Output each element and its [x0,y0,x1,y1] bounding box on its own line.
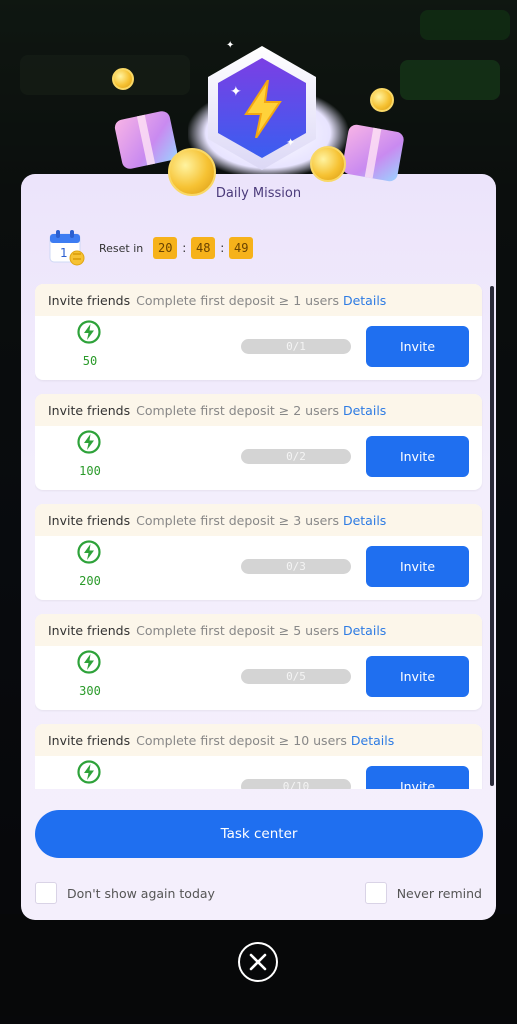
progress-text: 0/1 [286,340,306,353]
details-link[interactable]: Details [343,623,386,638]
mission-condition: Complete first deposit ≥ 1 users [136,292,339,308]
reward-value: 100 [79,464,101,478]
close-button[interactable] [238,942,278,982]
reset-timer-row: 1 Reset in 20 : 48 : 49 [47,228,254,268]
energy-bolt-icon [77,650,101,674]
never-remind-checkbox[interactable] [364,882,387,904]
details-link[interactable]: Details [351,733,394,748]
invite-button[interactable]: Invite [366,546,469,587]
progress-bar: 0/5 [241,669,351,684]
energy-bolt-icon [77,760,101,784]
mission-header-art: ✦ ✦ ✦ [90,40,430,196]
mission-list-scrollbar[interactable] [490,286,494,786]
mission-list[interactable]: Invite friends Complete first deposit ≥ … [35,284,483,789]
mission-title: Invite friends [48,512,131,528]
progress-bar: 0/10 [241,779,351,789]
dont-show-today-option[interactable]: Don't show again today [35,882,215,904]
gift-box-icon [341,123,405,183]
progress-bar: 0/2 [241,449,351,464]
mission-header: Invite friends Complete first deposit ≥ … [35,614,482,646]
timer-separator: : [220,241,225,255]
mission-title: Invite friends [48,402,131,418]
progress-text: 0/3 [286,560,306,573]
never-remind-option[interactable]: Never remind [364,882,482,904]
progress-text: 0/2 [286,450,306,463]
sparkle-icon: ✦ [226,40,235,51]
sparkle-icon: ✦ [230,84,242,100]
mission-header: Invite friends Complete first deposit ≥ … [35,394,482,426]
mission-condition: Complete first deposit ≥ 3 users [136,512,339,528]
mission-card: Invite friends Complete first deposit ≥ … [35,614,482,710]
mission-header: Invite friends Complete first deposit ≥ … [35,284,482,316]
mission-condition: Complete first deposit ≥ 2 users [136,402,339,418]
progress-text: 0/5 [286,670,306,683]
energy-bolt-icon [77,430,101,454]
mission-title: Invite friends [48,732,131,748]
mission-header: Invite friends Complete first deposit ≥ … [35,504,482,536]
calendar-icon: 1 [47,228,87,268]
coin-icon [310,146,346,182]
invite-button[interactable]: Invite [366,326,469,367]
timer-minutes: 48 [191,237,216,259]
coin-icon [168,148,216,196]
mission-title: Invite friends [48,292,131,308]
invite-button[interactable]: Invite [366,436,469,477]
coin-icon [112,68,134,90]
mission-card: Invite friends Complete first deposit ≥ … [35,394,482,490]
dont-show-today-label: Don't show again today [67,885,215,901]
lightning-icon [244,80,282,138]
close-icon [249,953,267,971]
svg-text:1: 1 [60,246,68,260]
invite-button[interactable]: Invite [366,766,469,789]
energy-bolt-icon [77,540,101,564]
task-center-button[interactable]: Task center [35,810,483,858]
reward-value: 50 [82,354,98,368]
invite-button[interactable]: Invite [366,656,469,697]
details-link[interactable]: Details [343,293,386,308]
dont-show-today-checkbox[interactable] [35,882,57,904]
sparkle-icon: ✦ [286,136,296,149]
mission-condition: Complete first deposit ≥ 10 users [136,732,347,748]
energy-bolt-icon [77,320,101,344]
details-link[interactable]: Details [343,403,386,418]
never-remind-label: Never remind [396,885,482,901]
mission-condition: Complete first deposit ≥ 5 users [136,622,339,638]
mission-card: Invite friends Complete first deposit ≥ … [35,284,482,380]
timer-hours: 20 [153,237,178,259]
progress-bar: 0/1 [241,339,351,354]
reset-label: Reset in [99,241,144,255]
mission-title: Invite friends [48,622,131,638]
gift-box-icon [113,109,179,171]
reward-value: 200 [79,574,101,588]
details-link[interactable]: Details [343,513,386,528]
coin-icon [370,88,394,112]
reward-value: 300 [79,684,101,698]
progress-bar: 0/3 [241,559,351,574]
progress-text: 0/10 [282,780,310,789]
mission-card: Invite friends Complete first deposit ≥ … [35,724,482,789]
timer-seconds: 49 [229,237,254,259]
timer-separator: : [182,241,187,255]
mission-card: Invite friends Complete first deposit ≥ … [35,504,482,600]
mission-header: Invite friends Complete first deposit ≥ … [35,724,482,756]
daily-mission-modal: Daily Mission 1 Reset in 20 : 48 : 49 In… [21,174,496,920]
